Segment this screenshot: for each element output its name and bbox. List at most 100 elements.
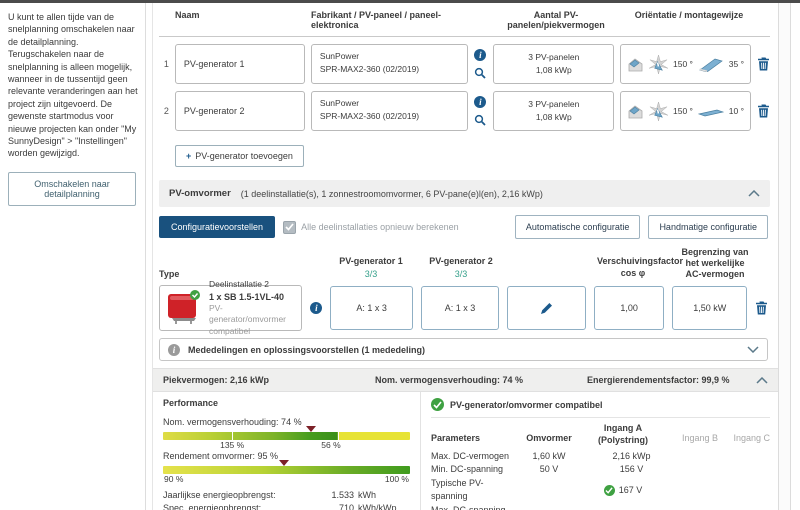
inverter-status: PV-generator/omvormer compatibel [209, 303, 287, 336]
info-icon[interactable]: i [474, 49, 487, 61]
ac-limit-box[interactable]: 1,50 kW [672, 286, 748, 331]
messages-label: Mededelingen en oplossingsvoorstellen (1… [188, 344, 426, 355]
pv-generator-table: Naam Fabrikant / PV-paneel / paneel-elek… [153, 3, 778, 176]
generator-1-config-box[interactable]: A: 1 x 3 [330, 286, 413, 331]
bar-tick [232, 432, 234, 441]
panel-count-box[interactable]: 3 PV-panelen 1,08 kWp [493, 44, 615, 84]
magnifier-icon[interactable] [474, 67, 487, 79]
chevron-up-icon[interactable] [756, 376, 768, 384]
generator-table-header: Naam Fabrikant / PV-paneel / paneel-elek… [159, 10, 770, 37]
panel-selector[interactable]: SunPower SPR-MAX2-360 (02/2019) [310, 44, 468, 84]
parameter-row: Max. DC-spanning (Omvormer) 600 V [431, 504, 506, 510]
generator-2-config-box[interactable]: A: 1 x 3 [420, 286, 500, 331]
manual-configuration-button[interactable]: Handmatige configuratie [648, 215, 768, 239]
panel-selector[interactable]: SunPower SPR-MAX2-360 (02/2019) [310, 91, 468, 131]
info-icon: i [168, 343, 180, 356]
parameter-row: Min. DC-spanning 50 V 156 V [431, 464, 644, 475]
parameter-row: Typische PV-spanning 167 V [431, 477, 643, 502]
panel-tilt-icon [698, 57, 724, 72]
marker-icon [279, 460, 290, 467]
orientation-box[interactable]: 150 ° 35 ° [620, 44, 752, 84]
azimuth-value: 150 ° [673, 59, 693, 69]
panel-model: SPR-MAX2-360 (02/2019) [319, 63, 420, 74]
info-icon[interactable]: i [474, 96, 487, 108]
trash-icon[interactable] [755, 301, 768, 315]
nominal-ratio-bar-label: Nom. vermogensverhouding: 74 % [163, 417, 302, 428]
pv-inverter-section: PV-omvormer (1 deelinstallatie(s), 1 zon… [153, 180, 778, 510]
summary-bar: Piekvermogen: 2,16 kWp Nom. vermogensver… [153, 368, 778, 393]
col-header-ac-limit: Begrenzing van het werkelijke AC-vermoge… [681, 247, 749, 279]
generator-name-input[interactable] [174, 91, 305, 131]
configuration-controls: Configuratievoorstellen Alle deelinstall… [153, 207, 778, 243]
panel-count-box[interactable]: 3 PV-panelen 1,08 kWp [493, 91, 615, 131]
peak-power-summary: Piekvermogen: 2,16 kWp [163, 375, 270, 386]
house-icon [627, 57, 644, 72]
inverter-card[interactable]: Deelinstallatie 2 1 x SB 1.5-1VL-40 PV-g… [159, 279, 303, 336]
messages-row[interactable]: i Mededelingen en oplossingsvoorstellen … [159, 338, 768, 362]
subinstallation-label: Deelinstallatie 2 [209, 279, 270, 290]
parameter-row: Max. DC-vermogen 1,60 kW 2,16 kWp [431, 450, 651, 461]
configuration-proposals-button[interactable]: Configuratievoorstellen [159, 216, 276, 238]
nominal-ratio-bar [163, 426, 410, 441]
vertical-scrollbar[interactable] [778, 3, 791, 510]
row-number: 1 [163, 59, 169, 69]
generator-row-2: 2 SunPower SPR-MAX2-360 (02/2019) i 3 PV… [159, 91, 770, 131]
automatic-configuration-button[interactable]: Automatische configuratie [514, 215, 641, 239]
bar-tick [338, 432, 340, 441]
parameters-table: Parameters Omvormer Ingang A (Polystring)… [431, 423, 770, 510]
bar-tick-label: 135 % [220, 440, 245, 451]
detail-panels: Performance Nom. vermogensverhouding: 74… [153, 392, 778, 510]
marker-icon [306, 426, 317, 433]
peak-power: 1,08 kWp [535, 112, 572, 122]
check-icon [431, 398, 444, 412]
col-header-generator-1: PV-generator 1 3/3 [329, 256, 413, 279]
stat-row: Jaarlijkse energieopbrengst: 1.533 kWh [163, 490, 376, 501]
inverter-efficiency-bar [163, 460, 410, 475]
recalculate-checkbox-label: Alle deelinstallaties opnieuw berekenen [301, 222, 459, 232]
panel-tilt-icon [697, 104, 724, 119]
switch-to-detail-planning-button[interactable]: Omschakelen naar detailplanning [8, 171, 136, 206]
inverter-row: Deelinstallatie 2 1 x SB 1.5-1VL-40 PV-g… [153, 279, 778, 336]
row-number: 2 [163, 106, 169, 116]
generator-name-input[interactable] [174, 44, 305, 84]
panel-count: 3 PV-panelen [528, 99, 580, 110]
col-header-naam: Naam [175, 10, 200, 20]
orientation-box[interactable]: 150 ° 10 ° [620, 91, 752, 131]
plus-icon: + [186, 151, 192, 161]
parameters-panel: PV-generator/omvormer compatibel Paramet… [421, 392, 778, 510]
check-icon [603, 484, 615, 496]
edit-config-box[interactable] [507, 286, 586, 331]
peak-power: 1,08 kWp [535, 65, 572, 75]
col-header-cos-phi: Verschuivingsfactor cos φ [597, 256, 684, 279]
performance-stats: Jaarlijkse energieopbrengst: 1.533 kWh Spe… [163, 489, 410, 510]
info-icon[interactable]: i [310, 302, 323, 315]
performance-panel: Performance Nom. vermogensverhouding: 74… [153, 392, 421, 510]
bar-tick-label: 90 % [164, 474, 184, 485]
section-title: PV-omvormer [169, 188, 231, 199]
panel-manufacturer: SunPower [319, 51, 360, 61]
cos-phi-box[interactable]: 1,00 [593, 286, 665, 331]
trash-icon[interactable] [757, 57, 770, 71]
inverter-image [164, 288, 204, 328]
trash-icon[interactable] [757, 104, 770, 118]
main-content: Naam Fabrikant / PV-paneel / paneel-elek… [152, 3, 778, 510]
generator-1-count: 3/3 [364, 269, 378, 280]
tilt-value: 10 ° [728, 106, 744, 116]
bar-tick-label: 100 % [384, 474, 409, 485]
generator-row-1: 1 SunPower SPR-MAX2-360 (02/2019) i 3 PV… [159, 44, 770, 84]
inverter-section-header[interactable]: PV-omvormer (1 deelinstallatie(s), 1 zon… [159, 180, 770, 207]
magnifier-icon[interactable] [474, 114, 487, 126]
chevron-up-icon[interactable] [748, 190, 760, 197]
recalculate-checkbox[interactable] [283, 220, 297, 234]
sidebar-planning-info: U kunt te allen tijde van de snelplannin… [0, 3, 146, 510]
chevron-down-icon[interactable] [747, 346, 759, 354]
bar-tick-label: 56 % [321, 440, 341, 451]
generator-2-count: 3/3 [454, 269, 468, 280]
add-generator-button[interactable]: + PV-generator toevoegen [175, 145, 304, 167]
stat-row: Spec. energieopbrengst: 710 kWh/kWp [163, 503, 397, 510]
compass-icon [649, 54, 669, 74]
performance-heading: Performance [163, 398, 219, 409]
panel-count: 3 PV-panelen [528, 52, 580, 63]
pencil-icon [540, 302, 553, 315]
compatibility-status: PV-generator/omvormer compatibel [431, 398, 770, 419]
